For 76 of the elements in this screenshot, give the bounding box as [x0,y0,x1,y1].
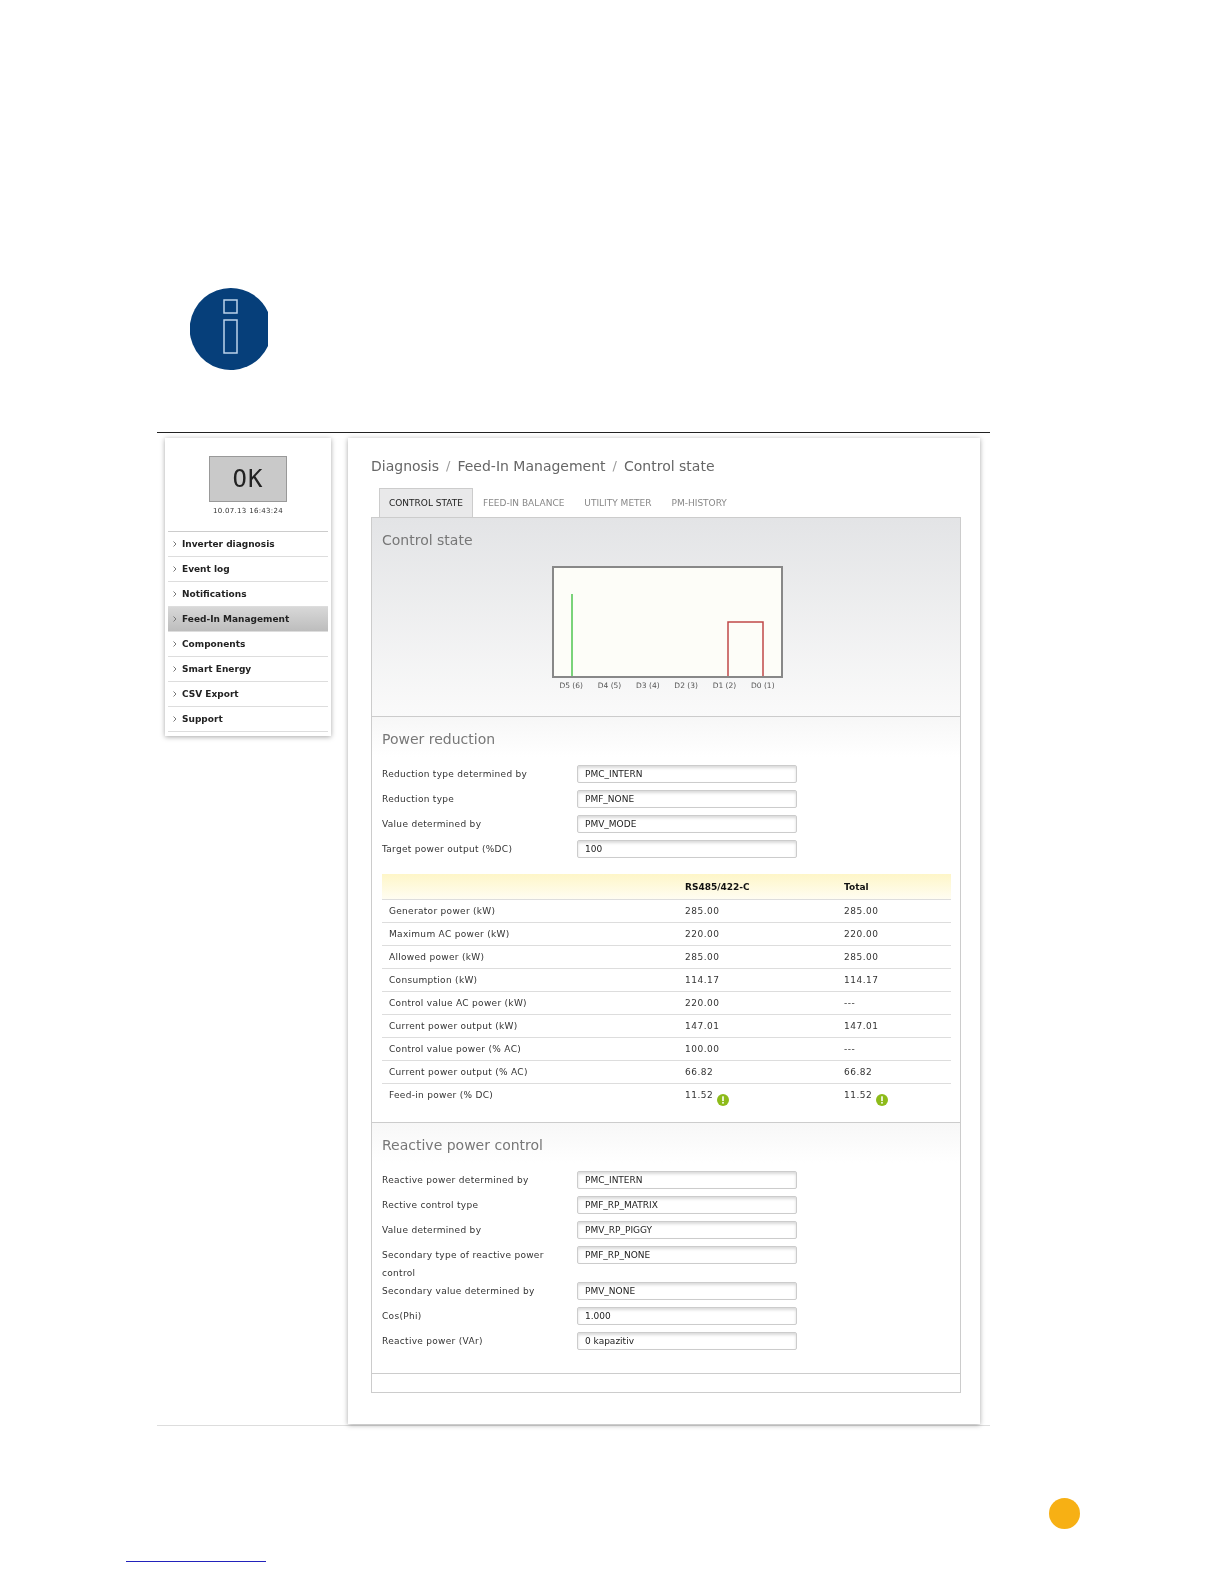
table-cell: 11.52 [844,1090,873,1100]
section-title: Power reduction [382,731,497,747]
input-field[interactable]: PMC_INTERN [577,765,797,783]
field-label: Secondary value determined by [382,1285,536,1298]
field-label: Value determined by [382,818,483,831]
table-cell: 285.00 [685,906,720,916]
table-cell: 220.00 [685,998,720,1008]
table-cell-text: Generator power (kW) [388,906,497,916]
table-cell: 147.01 [685,1021,720,1031]
field-label: Reactive power (VAr) [382,1335,484,1348]
page-marker [1049,1498,1080,1529]
input-field[interactable]: PMC_INTERN [577,1171,797,1189]
table-cell: 100.00 [685,1044,720,1054]
table-cell: 285.00 [844,906,879,916]
table-cell-text: Allowed power (kW) [388,952,486,962]
field-label: Target power output (%DC) [382,843,514,856]
breadcrumb-item[interactable]: Diagnosis [371,458,440,478]
table-cell-text: Control value power (% AC) [388,1044,523,1054]
table-cell: 220.00 [685,929,720,939]
table-cell-text: Current power output (% AC) [388,1067,529,1077]
section-title: Reactive power control [382,1137,544,1153]
tab[interactable]: UTILITY METER [574,488,662,517]
field-label: Reduction type [382,793,456,806]
chevron-icon [173,566,177,572]
table-cell: 114.17 [685,975,720,985]
input-field[interactable]: 1.000 [577,1307,797,1325]
table-cell: 66.82 [844,1067,873,1077]
lcd-text: OK [232,465,264,493]
input-field[interactable]: PMF_RP_MATRIX [577,1196,797,1214]
table-cell-text: Feed-in power (% DC) [388,1090,495,1100]
breadcrumb-item[interactable]: Control state [624,458,715,478]
field-label: Value determined by [382,1224,483,1237]
table-cell: 285.00 [844,952,879,962]
chevron-icon [173,616,177,622]
chevron-icon [173,541,177,547]
table-cell: --- [844,998,856,1008]
field-label: Secondary type of reactive power control [382,1249,545,1280]
table-cell: 220.00 [844,929,879,939]
input-field[interactable]: 0 kapazitiv [577,1332,797,1350]
warning-icon [876,1094,889,1106]
tab[interactable]: FEED-IN BALANCE [472,488,575,517]
table-cell: 114.17 [844,975,879,985]
warning-icon [717,1094,730,1106]
input-field[interactable]: PMV_NONE [577,1282,797,1300]
tab[interactable]: CONTROL STATE [379,488,473,517]
column-header: RS485/422-C [685,881,751,892]
table-cell-text: Consumption (kW) [388,975,479,985]
table-cell-text: Control value AC power (kW) [388,998,528,1008]
input-field[interactable]: PMF_NONE [577,790,797,808]
column-header: Total [844,881,870,892]
table-cell: --- [844,1044,856,1054]
field-label: Rective control type [382,1199,480,1212]
chevron-icon [173,641,177,647]
breadcrumb-separator: / [445,458,452,475]
input-field[interactable]: PMV_RP_PIGGY [577,1221,797,1239]
breadcrumb-separator: / [611,458,618,475]
field-label: Reactive power determined by [382,1174,530,1187]
field-label: Reduction type determined by [382,768,529,781]
table-cell: 11.52 [685,1090,714,1100]
tab[interactable]: PM-HISTORY [661,488,737,517]
breadcrumb-item[interactable]: Feed-In Management [457,458,606,478]
table-cell: 147.01 [844,1021,879,1031]
chevron-icon [173,591,177,597]
chevron-icon [173,691,177,697]
table-cell-text: Current power output (kW) [388,1021,519,1031]
sidebar-item[interactable]: Feed-In Management [168,607,328,632]
input-field[interactable]: PMV_MODE [577,815,797,833]
input-field[interactable]: 100 [577,840,797,858]
table-cell-text: Maximum AC power (kW) [388,929,511,939]
field-label: Cos(Phi) [382,1310,423,1323]
section-title: Control state [382,532,474,548]
input-field[interactable]: PMF_RP_NONE [577,1246,797,1264]
chevron-icon [173,716,177,722]
chevron-icon [173,666,177,672]
table-cell: 66.82 [685,1067,714,1077]
table-cell: 285.00 [685,952,720,962]
